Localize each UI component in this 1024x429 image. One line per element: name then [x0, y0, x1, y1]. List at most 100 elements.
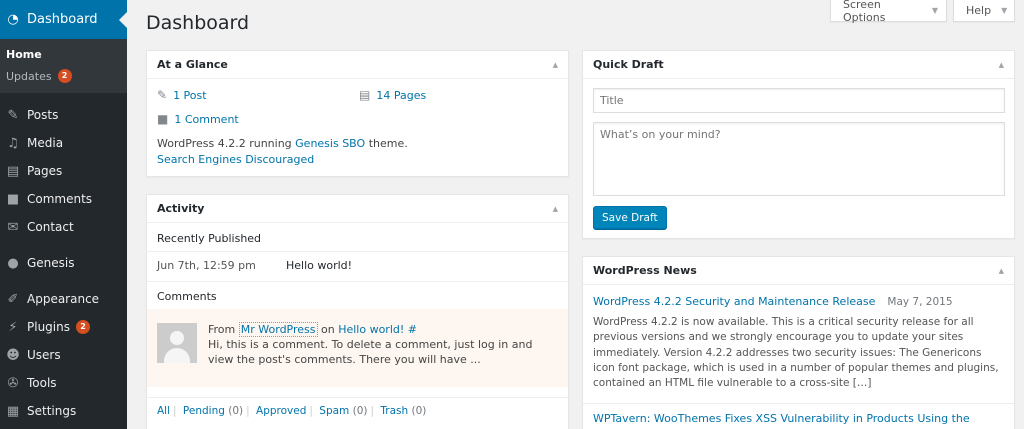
genesis-icon: ● — [7, 255, 19, 271]
panel-title: Activity — [157, 202, 205, 215]
plugins-badge: 2 — [75, 320, 90, 334]
submenu-home[interactable]: Home — [0, 43, 127, 65]
sidebar-item-label: Posts — [27, 108, 59, 122]
news-item-date: May 7, 2015 — [887, 296, 953, 308]
caret-down-icon: ▼ — [1001, 6, 1008, 15]
news-item-header: WordPress 4.2.2 Security and Maintenance… — [593, 295, 953, 308]
search-engines-label: Search Engines Discouraged — [157, 153, 315, 166]
pages-icon: ▤ — [6, 163, 20, 179]
filter-trash-link[interactable]: Trash — [380, 405, 408, 417]
sidebar-item-label: Dashboard — [27, 12, 98, 27]
version-suffix: theme. — [368, 137, 408, 150]
sidebar-item-posts[interactable]: ✎ Posts — [0, 101, 127, 129]
admin-sidebar: ◔ Dashboard Home Updates 2 ✎ Posts ♫ Media … — [0, 0, 127, 429]
sidebar-item-label: Pages — [27, 164, 63, 178]
post-date: Jun 7th, 12:59 pm — [157, 259, 256, 272]
version-text: WordPress 4.2.2 running — [157, 137, 292, 150]
screen-options-button[interactable]: Screen Options ▼ — [830, 0, 947, 24]
filter-approved-link[interactable]: Approved — [256, 405, 306, 417]
sidebar-item-comments[interactable]: ■ Comments — [0, 185, 127, 213]
sidebar-item-label: Contact — [27, 220, 74, 234]
submenu-label: Updates — [6, 69, 52, 83]
panel-header[interactable]: Activity ▲ — [147, 195, 568, 223]
brush-icon: ✐ — [7, 291, 19, 307]
dashboard-submenu: Home Updates 2 — [0, 39, 127, 93]
plug-icon: ⚡ — [8, 319, 18, 335]
theme-link[interactable]: Genesis SBO — [295, 137, 365, 150]
draft-content-textarea[interactable] — [593, 122, 1005, 196]
help-label: Help — [966, 4, 992, 17]
collapse-toggle-icon[interactable]: ▲ — [999, 267, 1004, 275]
quick-draft-panel: Quick Draft ▲ Save Draft — [582, 50, 1015, 239]
sidebar-item-label: Comments — [27, 192, 93, 206]
avatar — [157, 323, 197, 363]
sidebar-item-dashboard[interactable]: ◔ Dashboard — [0, 0, 127, 39]
trash-count: (0) — [411, 405, 427, 417]
filter-pending-link[interactable]: Pending — [183, 405, 225, 417]
spam-count: (0) — [352, 405, 368, 417]
draft-title-input[interactable] — [593, 88, 1005, 113]
news-item-title-link[interactable]: WPTavern: WooThemes Fixes XSS Vulnerabil… — [593, 412, 970, 425]
version-line: WordPress 4.2.2 running Genesis SBO them… — [157, 137, 408, 150]
comment-item: From Mr WordPress on Hello world! # Hi, … — [147, 309, 568, 387]
comment-filters: All | Pending (0) | Approved | Spam (0) | Tr… — [157, 405, 427, 417]
sidebar-item-label: Genesis — [27, 256, 75, 270]
panel-title: WordPress News — [593, 264, 697, 277]
save-draft-button[interactable]: Save Draft — [593, 206, 667, 229]
panel-title: Quick Draft — [593, 58, 664, 71]
panel-header[interactable]: At a Glance ▲ — [147, 51, 568, 79]
sidebar-item-settings[interactable]: ▦ Settings — [0, 397, 127, 425]
sidebar-item-genesis[interactable]: ● Genesis — [0, 249, 127, 277]
comment-excerpt: Hi, this is a comment. To delete a comme… — [208, 338, 533, 366]
sidebar-item-contact[interactable]: ✉ Contact — [0, 213, 127, 241]
pending-count: (0) — [228, 405, 244, 417]
wrench-icon: ✇ — [7, 375, 19, 391]
post-title-link[interactable]: Hello world! — [286, 259, 352, 272]
filter-spam-link[interactable]: Spam — [319, 405, 349, 417]
comment-icon: ■ — [6, 191, 20, 207]
panel-header[interactable]: WordPress News ▲ — [583, 257, 1014, 285]
sidebar-item-media[interactable]: ♫ Media — [0, 129, 127, 157]
posts-count-link[interactable]: ✎ 1 Post — [157, 88, 207, 102]
divider — [147, 251, 568, 252]
comment-from-label: From — [208, 323, 236, 336]
collapse-toggle-icon[interactable]: ▲ — [999, 61, 1004, 69]
comment-content: From Mr WordPress on Hello world! # Hi, … — [208, 322, 558, 367]
envelope-icon: ✉ — [7, 219, 19, 235]
comment-on-label: on — [321, 323, 335, 336]
wordpress-news-panel: WordPress News ▲ WordPress 4.2.2 Securit… — [582, 256, 1015, 429]
help-button[interactable]: Help ▼ — [953, 0, 1015, 22]
sidebar-item-plugins[interactable]: ⚡ Plugins 2 — [0, 313, 127, 341]
sidebar-item-pages[interactable]: ▤ Pages — [0, 157, 127, 185]
submenu-updates[interactable]: Updates 2 — [0, 65, 127, 87]
comment-icon: ■ — [157, 112, 169, 126]
pin-icon: ✎ — [7, 107, 19, 123]
sidebar-item-tools[interactable]: ✇ Tools — [0, 369, 127, 397]
collapse-toggle-icon[interactable]: ▲ — [553, 205, 558, 213]
news-item-title-link[interactable]: WordPress 4.2.2 Security and Maintenance… — [593, 295, 875, 308]
pin-icon: ✎ — [157, 88, 168, 102]
comments-count-link[interactable]: ■ 1 Comment — [157, 112, 239, 126]
divider — [147, 281, 568, 282]
filter-all-link[interactable]: All — [157, 405, 170, 417]
dashboard-icon: ◔ — [7, 12, 19, 27]
collapse-toggle-icon[interactable]: ▲ — [553, 61, 558, 69]
comment-post-link[interactable]: Hello world! # — [338, 323, 417, 336]
sidebar-item-users[interactable]: ☻ Users — [0, 341, 127, 369]
panel-header[interactable]: Quick Draft ▲ — [583, 51, 1014, 79]
updates-badge: 2 — [57, 69, 72, 83]
user-icon: ☻ — [6, 347, 20, 363]
page-title: Dashboard — [146, 12, 250, 34]
comment-author-link[interactable]: Mr WordPress — [238, 322, 318, 337]
sidebar-item-appearance[interactable]: ✐ Appearance — [0, 285, 127, 313]
pages-count-label: 14 Pages — [376, 88, 427, 102]
submenu-label: Home — [6, 47, 42, 61]
at-a-glance-panel: At a Glance ▲ ✎ 1 Post ▤ 14 Pages ■ 1 Co… — [146, 50, 569, 177]
comments-heading: Comments — [157, 290, 217, 303]
panel-title: At a Glance — [157, 58, 228, 71]
sidebar-item-label: Settings — [27, 404, 77, 418]
pages-count-link[interactable]: ▤ 14 Pages — [359, 88, 426, 102]
sidebar-item-label: Tools — [27, 376, 57, 390]
search-engines-link[interactable]: Search Engines Discouraged — [157, 153, 314, 166]
activity-panel: Activity ▲ Recently Published Jun 7th, 1… — [146, 194, 569, 429]
